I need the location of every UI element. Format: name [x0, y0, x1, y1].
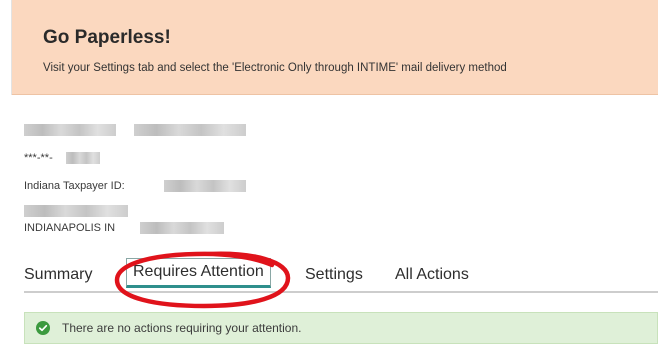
- taxpayer-id: Indiana Taxpayer ID:: [24, 180, 125, 192]
- page: Go Paperless! Visit your Settings tab an…: [0, 0, 658, 358]
- account-tabs: Summary Requires Attention Settings All …: [24, 258, 658, 294]
- masked-ssn: ***-**-: [24, 152, 53, 164]
- taxpayer-id-label: Indiana Taxpayer ID:: [24, 180, 125, 192]
- redacted-taxpayer-id: [164, 180, 246, 192]
- banner-title: Go Paperless!: [43, 27, 171, 48]
- masked-ssn-text: ***-**-: [24, 152, 53, 164]
- redacted-zip: [140, 222, 224, 234]
- redacted-street-address: [24, 205, 128, 217]
- city-state-text: INDIANAPOLIS IN: [24, 222, 116, 234]
- tab-underline-rule: [24, 291, 658, 293]
- redacted-taxpayer-name: [24, 124, 116, 136]
- tab-settings[interactable]: Settings: [305, 266, 363, 284]
- banner-message: Visit your Settings tab and select the '…: [43, 62, 507, 74]
- go-paperless-banner: Go Paperless! Visit your Settings tab an…: [12, 0, 658, 95]
- tab-requires-attention[interactable]: Requires Attention: [126, 258, 271, 288]
- alert-message: There are no actions requiring your atte…: [62, 321, 302, 335]
- check-circle-icon: [36, 321, 50, 335]
- redacted-ssn-digits: [66, 152, 100, 164]
- redacted-taxpayer-name-2: [134, 124, 246, 136]
- city-state: INDIANAPOLIS IN: [24, 222, 115, 234]
- tab-all-actions[interactable]: All Actions: [395, 266, 469, 284]
- no-actions-alert: There are no actions requiring your atte…: [24, 312, 658, 344]
- tab-summary[interactable]: Summary: [24, 266, 92, 284]
